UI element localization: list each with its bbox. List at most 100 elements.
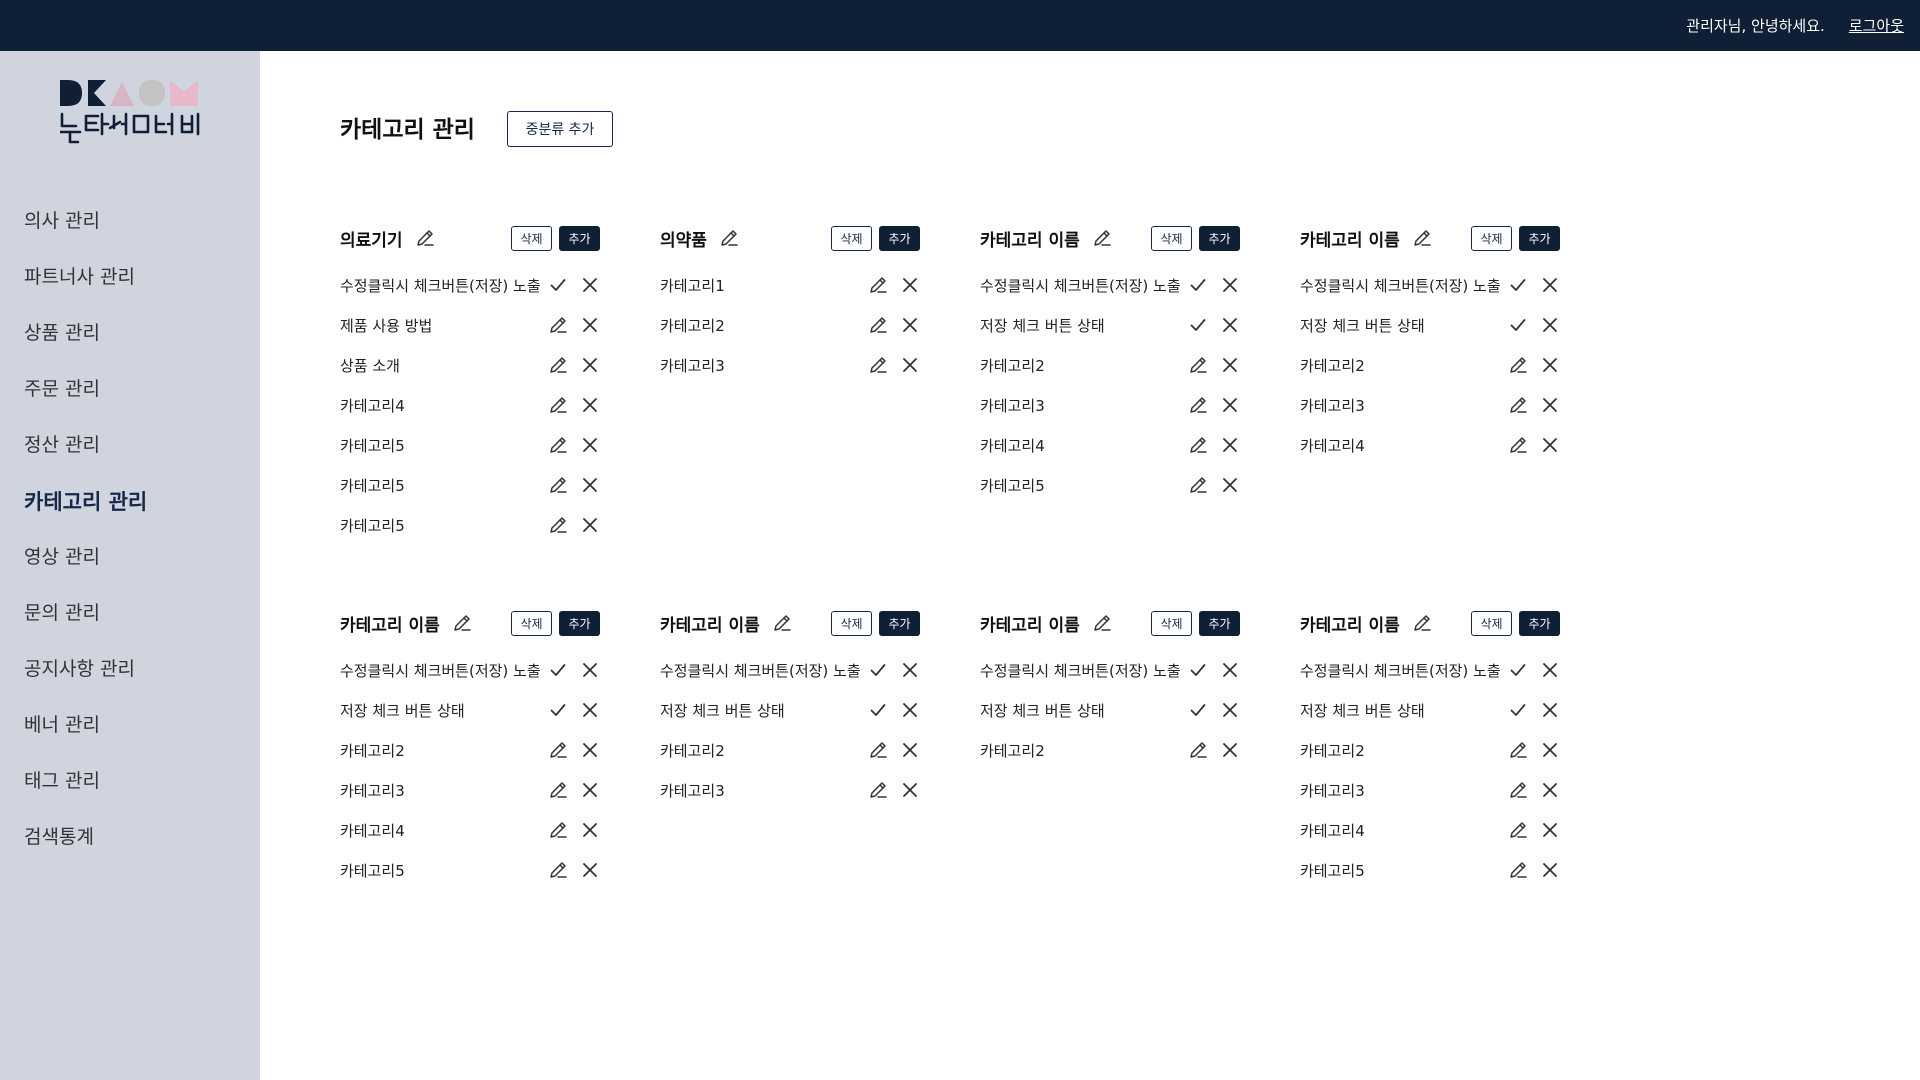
delete-x-icon[interactable] [900,660,920,680]
edit-pencil-icon[interactable] [1508,860,1528,880]
save-check-icon[interactable] [1188,700,1208,720]
delete-x-icon[interactable] [1540,355,1560,375]
logo[interactable] [58,78,200,152]
delete-category-button[interactable]: 삭제 [1471,225,1512,251]
save-check-icon[interactable] [868,700,888,720]
delete-x-icon[interactable] [1220,660,1240,680]
save-check-icon[interactable] [1508,660,1528,680]
delete-x-icon[interactable] [1220,395,1240,415]
edit-pencil-icon[interactable] [1188,395,1208,415]
add-item-button[interactable]: 추가 [1519,225,1560,251]
edit-pencil-icon[interactable] [868,315,888,335]
delete-x-icon[interactable] [1540,740,1560,760]
save-check-icon[interactable] [548,275,568,295]
sidebar-item-search-stats[interactable]: 검색통계 [24,822,147,878]
add-item-button[interactable]: 추가 [1199,610,1240,636]
edit-pencil-icon[interactable] [548,315,568,335]
sidebar-item-categories[interactable]: 카테고리 관리 [24,486,147,542]
add-item-button[interactable]: 추가 [1519,610,1560,636]
delete-category-button[interactable]: 삭제 [1151,610,1192,636]
sidebar-item-banners[interactable]: 베너 관리 [24,710,147,766]
delete-x-icon[interactable] [580,740,600,760]
sidebar-item-settlement[interactable]: 정산 관리 [24,430,147,486]
add-item-button[interactable]: 추가 [879,225,920,251]
edit-pencil-icon[interactable] [1188,475,1208,495]
edit-pencil-icon[interactable] [548,475,568,495]
delete-x-icon[interactable] [900,700,920,720]
delete-x-icon[interactable] [1540,315,1560,335]
add-subcategory-button[interactable]: 중분류 추가 [507,111,613,147]
delete-x-icon[interactable] [1540,395,1560,415]
delete-x-icon[interactable] [1540,860,1560,880]
delete-category-button[interactable]: 삭제 [1471,610,1512,636]
edit-pencil-icon[interactable] [1508,435,1528,455]
add-item-button[interactable]: 추가 [559,610,600,636]
delete-x-icon[interactable] [580,275,600,295]
sidebar-item-partners[interactable]: 파트너사 관리 [24,262,147,318]
edit-pencil-icon[interactable] [548,435,568,455]
edit-pencil-icon[interactable] [452,613,472,633]
save-check-icon[interactable] [868,660,888,680]
edit-pencil-icon[interactable] [548,780,568,800]
delete-x-icon[interactable] [1220,435,1240,455]
delete-x-icon[interactable] [1540,820,1560,840]
edit-pencil-icon[interactable] [1508,820,1528,840]
delete-category-button[interactable]: 삭제 [831,610,872,636]
delete-category-button[interactable]: 삭제 [831,225,872,251]
edit-pencil-icon[interactable] [548,395,568,415]
save-check-icon[interactable] [1188,275,1208,295]
delete-x-icon[interactable] [900,275,920,295]
save-check-icon[interactable] [1188,660,1208,680]
sidebar-item-doctors[interactable]: 의사 관리 [24,206,147,262]
edit-pencil-icon[interactable] [719,228,739,248]
edit-pencil-icon[interactable] [548,860,568,880]
edit-pencil-icon[interactable] [1508,780,1528,800]
delete-x-icon[interactable] [1220,475,1240,495]
edit-pencil-icon[interactable] [1092,613,1112,633]
edit-pencil-icon[interactable] [1188,740,1208,760]
sidebar-item-orders[interactable]: 주문 관리 [24,374,147,430]
delete-x-icon[interactable] [580,820,600,840]
edit-pencil-icon[interactable] [415,228,435,248]
delete-x-icon[interactable] [900,780,920,800]
add-item-button[interactable]: 추가 [1199,225,1240,251]
delete-category-button[interactable]: 삭제 [511,225,552,251]
add-item-button[interactable]: 추가 [559,225,600,251]
save-check-icon[interactable] [1508,700,1528,720]
sidebar-item-notices[interactable]: 공지사항 관리 [24,654,147,710]
sidebar-item-inquiries[interactable]: 문의 관리 [24,598,147,654]
edit-pencil-icon[interactable] [1508,395,1528,415]
edit-pencil-icon[interactable] [772,613,792,633]
delete-x-icon[interactable] [580,435,600,455]
edit-pencil-icon[interactable] [548,740,568,760]
edit-pencil-icon[interactable] [868,355,888,375]
delete-category-button[interactable]: 삭제 [1151,225,1192,251]
delete-x-icon[interactable] [1540,780,1560,800]
delete-x-icon[interactable] [1540,275,1560,295]
delete-x-icon[interactable] [580,860,600,880]
save-check-icon[interactable] [1188,315,1208,335]
delete-x-icon[interactable] [580,700,600,720]
edit-pencil-icon[interactable] [1508,355,1528,375]
delete-x-icon[interactable] [900,355,920,375]
edit-pencil-icon[interactable] [1092,228,1112,248]
delete-x-icon[interactable] [580,515,600,535]
delete-x-icon[interactable] [1540,700,1560,720]
sidebar-item-videos[interactable]: 영상 관리 [24,542,147,598]
delete-x-icon[interactable] [580,355,600,375]
delete-category-button[interactable]: 삭제 [511,610,552,636]
delete-x-icon[interactable] [1540,660,1560,680]
delete-x-icon[interactable] [900,315,920,335]
save-check-icon[interactable] [1508,315,1528,335]
logout-link[interactable]: 로그아웃 [1849,15,1904,36]
edit-pencil-icon[interactable] [1188,355,1208,375]
save-check-icon[interactable] [548,660,568,680]
sidebar-item-tags[interactable]: 태그 관리 [24,766,147,822]
edit-pencil-icon[interactable] [1508,740,1528,760]
edit-pencil-icon[interactable] [868,740,888,760]
delete-x-icon[interactable] [580,395,600,415]
edit-pencil-icon[interactable] [868,275,888,295]
delete-x-icon[interactable] [1220,740,1240,760]
delete-x-icon[interactable] [1220,275,1240,295]
edit-pencil-icon[interactable] [1412,613,1432,633]
